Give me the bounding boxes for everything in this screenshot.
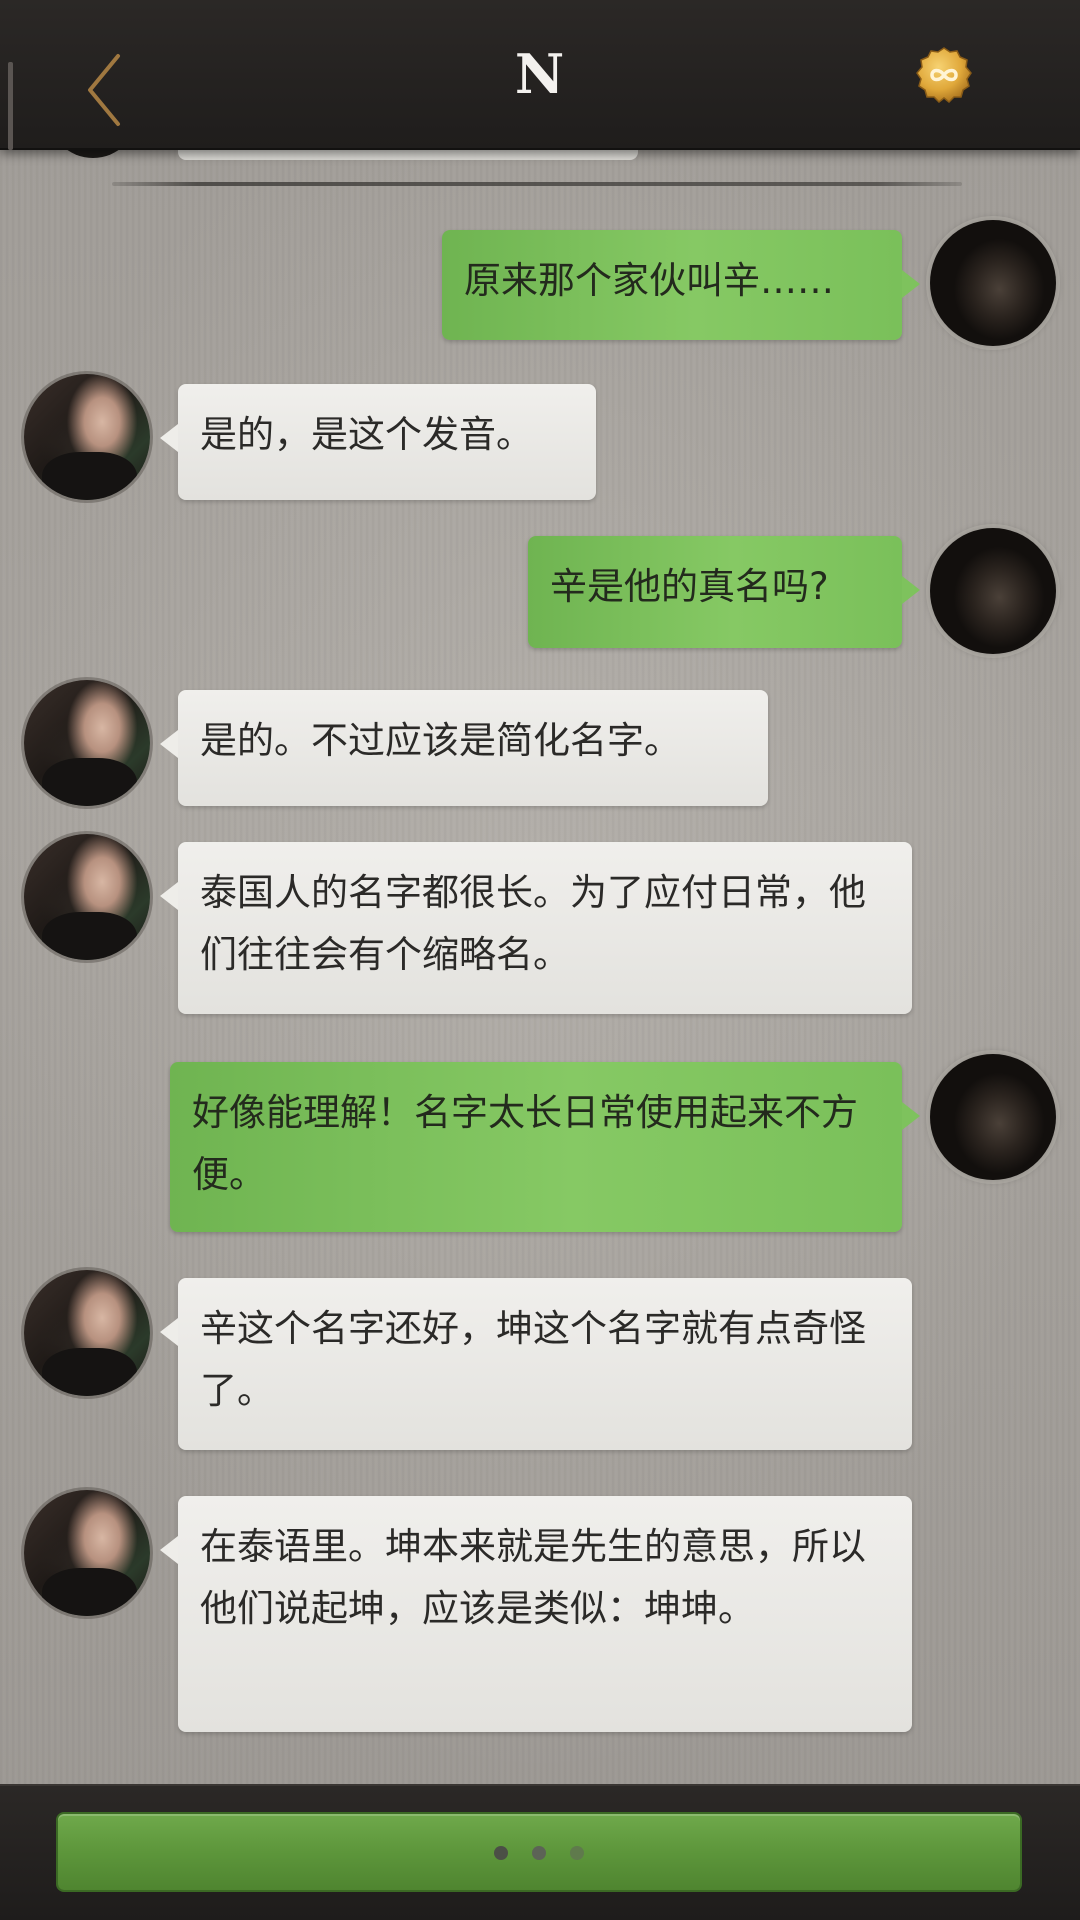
chat-area[interactable]: 原来那个家伙叫辛…… 是的，是这个发音。 辛是他的真名吗? 是的。不过应该是简化…	[0, 148, 1080, 1784]
avatar-contact	[24, 834, 150, 960]
avatar-self	[930, 220, 1056, 346]
message-bubble-in: 泰国人的名字都很长。为了应付日常，他们往往会有个缩略名。	[160, 842, 912, 1014]
message-bubble-in: 在泰语里。坤本来就是先生的意思，所以他们说起坤，应该是类似：坤坤。	[160, 1496, 912, 1732]
avatar-contact	[24, 1270, 150, 1396]
message-bubble-out: 辛是他的真名吗?	[528, 536, 920, 648]
message-bubble-in: 是的。不过应该是简化名字。	[160, 690, 768, 806]
typing-dots-icon	[494, 1846, 508, 1860]
typing-dots-icon	[532, 1846, 546, 1860]
coin-button[interactable]	[915, 46, 973, 104]
typing-dots-icon	[570, 1846, 584, 1860]
avatar-contact	[24, 680, 150, 806]
reply-bar	[0, 1784, 1080, 1920]
avatar-contact	[24, 374, 150, 500]
message-bubble-out: 好像能理解！名字太长日常使用起来不方便。	[170, 1062, 920, 1232]
avatar-contact	[24, 1490, 150, 1616]
message-bubble-in: 辛这个名字还好，坤这个名字就有点奇怪了。	[160, 1278, 912, 1450]
reply-button[interactable]	[58, 1814, 1020, 1890]
avatar-self	[930, 1054, 1056, 1180]
avatar-self	[930, 528, 1056, 654]
infinity-coin-icon	[916, 47, 972, 104]
message-bubble-in: 是的，是这个发音。	[160, 384, 596, 500]
top-bar: N	[0, 0, 1080, 150]
divider	[112, 182, 962, 186]
message-bubble-out: 原来那个家伙叫辛……	[442, 230, 920, 340]
